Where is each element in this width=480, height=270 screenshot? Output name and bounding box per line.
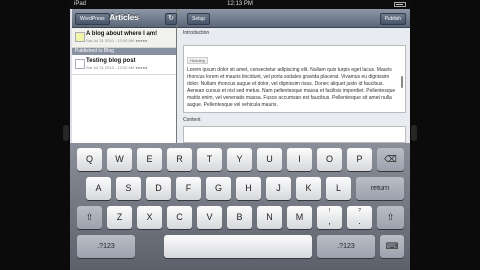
article-title: Testing blog post: [86, 58, 136, 64]
content-editor[interactable]: [183, 126, 406, 143]
device-frame: iPad 12:13 PM WordPress Articles A blog …: [0, 0, 480, 270]
numbers-left-button[interactable]: .?123: [77, 235, 135, 258]
articles-pane: WordPress Articles A blog about where I …: [72, 9, 177, 143]
numbers-right-button[interactable]: .?123: [317, 235, 375, 258]
publish-button[interactable]: Publish: [379, 13, 406, 25]
key-f[interactable]: F: [176, 177, 201, 200]
introduction-label: Introduction: [183, 30, 210, 36]
right-bezel: [410, 0, 480, 270]
list-item[interactable]: A blog about where I am! Sat Jul 31 2010…: [72, 28, 176, 48]
shift-right-icon[interactable]: ⇧: [377, 206, 404, 229]
key-y[interactable]: Y: [227, 148, 252, 171]
right-edge-button: [411, 125, 417, 141]
key-e[interactable]: E: [137, 148, 162, 171]
key-s[interactable]: S: [116, 177, 141, 200]
key-q[interactable]: Q: [77, 148, 102, 171]
note-icon: [75, 32, 85, 42]
space-bar[interactable]: [164, 235, 312, 258]
key-g[interactable]: G: [206, 177, 231, 200]
key-i[interactable]: I: [287, 148, 312, 171]
key-n[interactable]: N: [257, 206, 282, 229]
articles-title: Articles: [109, 13, 139, 22]
key-question-period[interactable]: ? .: [347, 206, 372, 229]
key-question-label: ?: [358, 208, 361, 214]
shift-left-icon[interactable]: ⇧: [77, 206, 102, 229]
key-d[interactable]: D: [146, 177, 171, 200]
clock: 12:13 PM: [227, 1, 253, 7]
key-c[interactable]: C: [167, 206, 192, 229]
key-j[interactable]: J: [266, 177, 291, 200]
editor-navbar: ↻ Setup Publish: [165, 9, 410, 28]
key-m[interactable]: M: [287, 206, 312, 229]
key-k[interactable]: K: [296, 177, 321, 200]
left-bezel: [0, 0, 70, 270]
backspace-icon[interactable]: ⌫: [377, 148, 404, 171]
ipad-screen: iPad 12:13 PM WordPress Articles A blog …: [70, 0, 410, 270]
article-meta: Sat Jul 31 2010 - 12:00 AM ●●●●●: [86, 38, 148, 43]
key-a[interactable]: A: [86, 177, 111, 200]
key-x[interactable]: X: [137, 206, 162, 229]
article-meta: Sat Jul 31 2010 - 12:00 AM ●●●●●: [86, 65, 148, 70]
scrollbar[interactable]: [401, 76, 403, 88]
key-v[interactable]: V: [197, 206, 222, 229]
key-u[interactable]: U: [257, 148, 282, 171]
article-title: A blog about where I am!: [86, 31, 158, 37]
keyboard-hide-icon[interactable]: ⌨: [380, 235, 404, 258]
list-item[interactable]: Testing blog post Sat Jul 31 2010 - 12:0…: [72, 55, 176, 75]
on-screen-keyboard: Q W E R T Y U I O P ⌫ A S D F G H J K L …: [70, 143, 410, 270]
published-to-blog-bar[interactable]: Published to Blog: [72, 48, 176, 55]
refresh-icon[interactable]: ↻: [165, 13, 177, 25]
content-label: Content: [183, 117, 201, 123]
introduction-editor[interactable]: Heading Lorem ipsum dolor sit amet, cons…: [183, 45, 406, 113]
battery-icon: [394, 2, 406, 7]
key-r[interactable]: R: [167, 148, 192, 171]
key-l[interactable]: L: [326, 177, 351, 200]
key-period-label: .: [358, 216, 361, 226]
articles-navbar: WordPress Articles: [72, 9, 176, 28]
key-p[interactable]: P: [347, 148, 372, 171]
key-comma-label: ,: [328, 216, 331, 226]
setup-button[interactable]: Setup: [187, 13, 211, 25]
key-h[interactable]: H: [236, 177, 261, 200]
left-edge-button: [63, 125, 69, 141]
key-w[interactable]: W: [107, 148, 132, 171]
key-exclamation-comma[interactable]: ! ,: [317, 206, 342, 229]
editor-pane: ↻ Setup Publish Introduction Heading Lor…: [165, 9, 410, 143]
heading-chip: Heading: [187, 57, 208, 64]
key-o[interactable]: O: [317, 148, 342, 171]
introduction-text: Lorem ipsum dolor sit amet, consectetur …: [187, 67, 396, 108]
key-b[interactable]: B: [227, 206, 252, 229]
return-button[interactable]: return: [356, 177, 404, 200]
key-t[interactable]: T: [197, 148, 222, 171]
document-icon: [75, 59, 85, 69]
key-exclamation-label: !: [328, 208, 331, 214]
status-bar: iPad 12:13 PM: [70, 0, 410, 9]
key-z[interactable]: Z: [107, 206, 132, 229]
